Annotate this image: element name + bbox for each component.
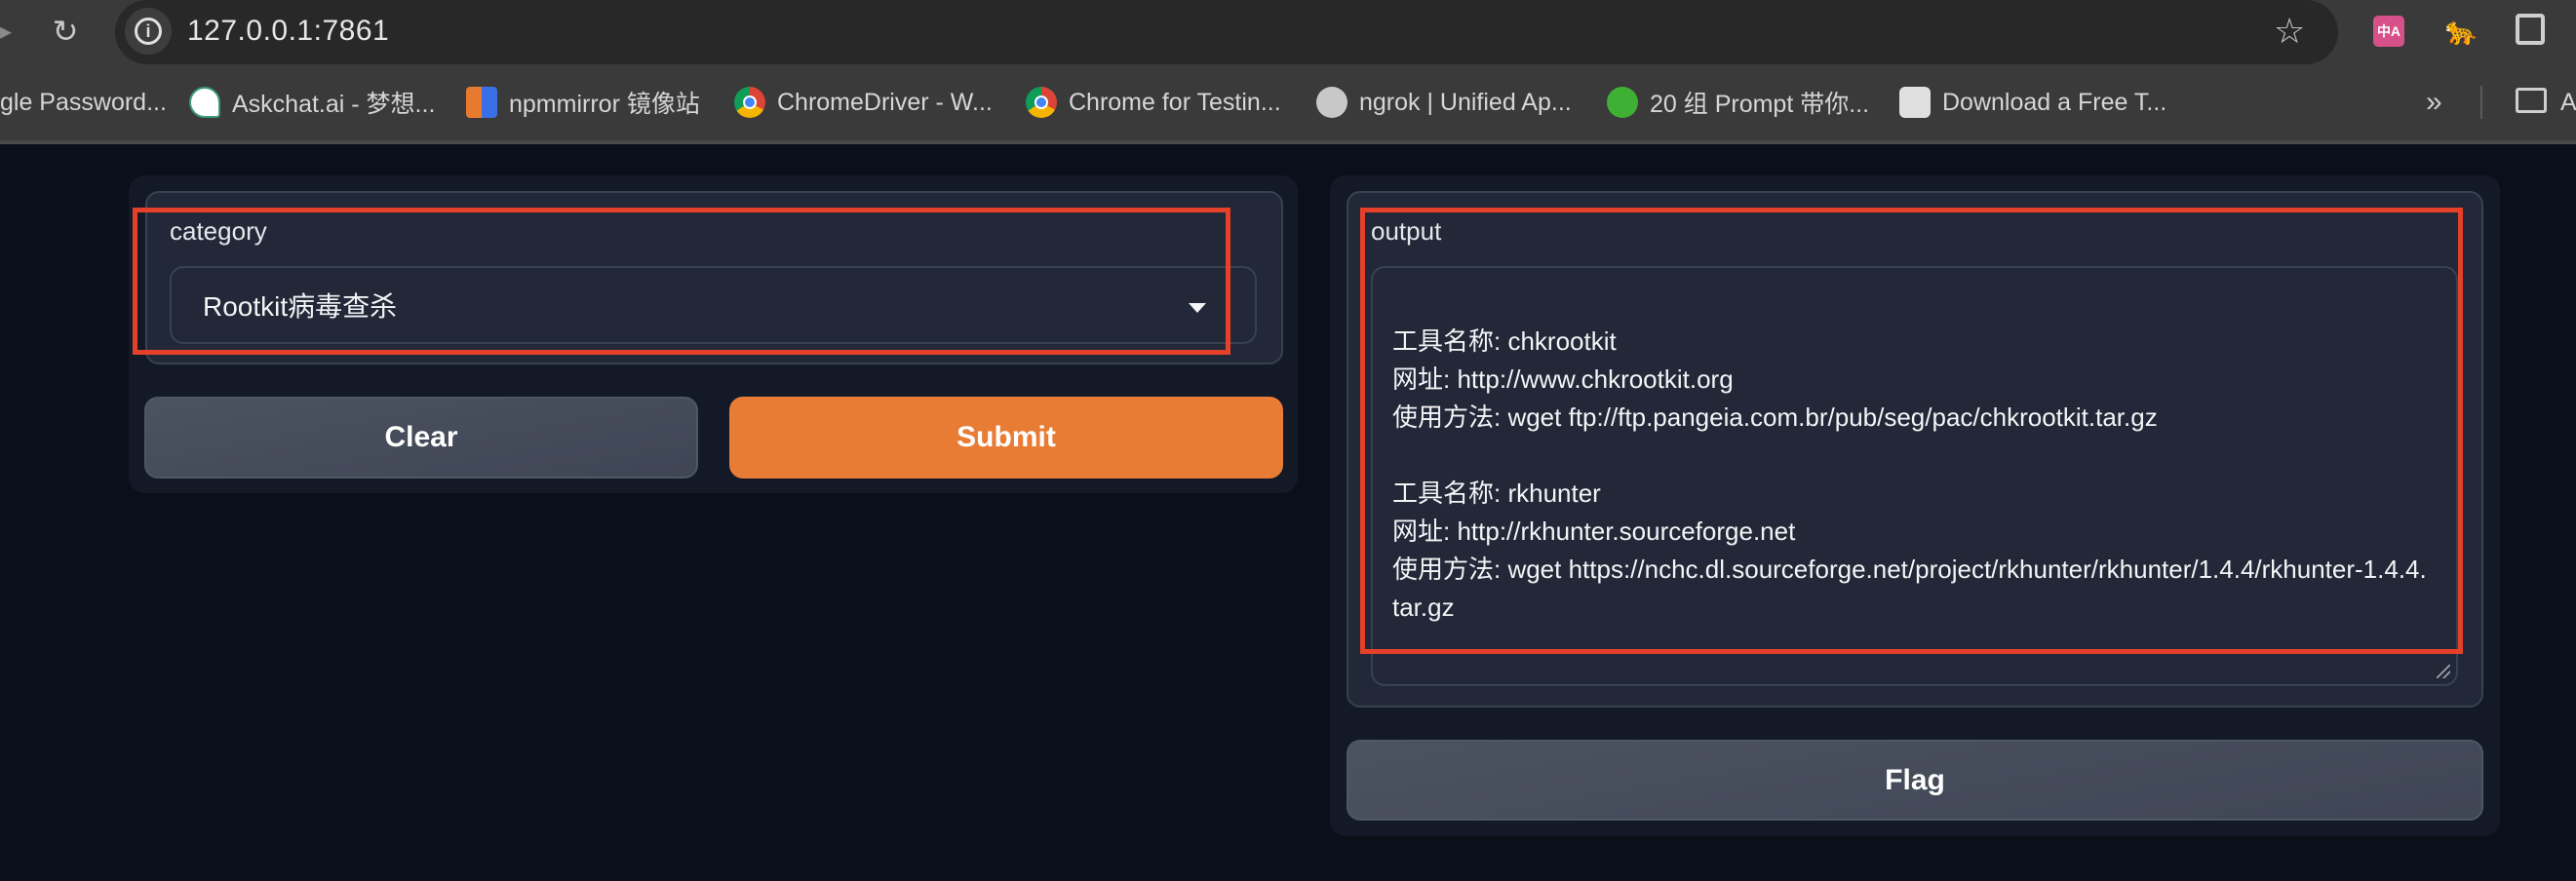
folder-icon[interactable] — [2516, 88, 2547, 113]
category-selected-value: Rootkit病毒查杀 — [203, 291, 398, 322]
bookmarks-separator — [2480, 86, 2482, 119]
bookmark-label: gle Password... — [0, 88, 167, 116]
askchat-icon — [189, 87, 220, 118]
download-icon — [1899, 87, 1931, 118]
info-icon: i — [135, 18, 162, 45]
url-text[interactable]: 127.0.0.1:7861 — [187, 12, 389, 51]
forward-icon[interactable]: ▸ — [0, 19, 12, 45]
extensions-puzzle-icon[interactable] — [2516, 14, 2545, 45]
category-label: category — [170, 216, 267, 246]
bookmark-label: 20 组 Prompt 带你... — [1650, 91, 1870, 118]
translate-extension-icon[interactable]: 中A — [2373, 16, 2404, 47]
bookmark-item[interactable]: 20 组 Prompt 带你... — [1607, 82, 1869, 123]
bookmark-item[interactable]: npmmirror 镜像站 — [466, 82, 700, 123]
bookmark-item[interactable]: ngrok | Unified Ap... — [1316, 82, 1572, 123]
site-info-button[interactable]: i — [125, 8, 172, 55]
reload-icon[interactable]: ↻ — [51, 14, 80, 49]
bookmark-star-icon[interactable]: ☆ — [2274, 12, 2305, 51]
chrome-testing-icon — [1026, 87, 1057, 118]
globe-icon — [1316, 87, 1347, 118]
bookmark-item[interactable]: Chrome for Testin... — [1026, 82, 1281, 123]
chrome-icon — [734, 87, 765, 118]
clear-button[interactable]: Clear — [144, 397, 698, 479]
bookmark-label: ChromeDriver - W... — [777, 88, 993, 116]
output-textarea[interactable]: 工具名称: chkrootkit 网址: http://www.chkrootk… — [1371, 266, 2458, 686]
bookmark-folder-label[interactable]: A — [2560, 82, 2576, 123]
cat-extension-icon[interactable]: 🐆 — [2444, 18, 2478, 45]
more-bookmarks-chevron-icon[interactable]: » — [2426, 82, 2442, 123]
toolbar-divider — [0, 140, 2576, 144]
bookmark-item[interactable]: gle Password... — [0, 82, 167, 123]
bookmark-label: Download a Free T... — [1942, 88, 2167, 116]
resize-handle-icon[interactable] — [2437, 665, 2450, 678]
bookmarks-bar: gle Password... Askchat.ai - 梦想... npmmi… — [0, 82, 2576, 123]
output-label: output — [1371, 216, 1442, 246]
npmmirror-icon — [466, 87, 497, 118]
bookmark-label: Chrome for Testin... — [1069, 88, 1281, 116]
bookmark-label: npmmirror 镜像站 — [509, 91, 700, 118]
flag-button[interactable]: Flag — [1347, 740, 2483, 821]
chevron-down-icon — [1189, 303, 1206, 313]
address-bar[interactable] — [115, 0, 2338, 64]
bookmark-item[interactable]: Askchat.ai - 梦想... — [189, 82, 435, 123]
bookmark-label: Askchat.ai - 梦想... — [232, 91, 436, 118]
wechat-icon — [1607, 87, 1638, 118]
submit-button[interactable]: Submit — [729, 397, 1283, 479]
output-text: 工具名称: chkrootkit 网址: http://www.chkrootk… — [1392, 326, 2427, 622]
bookmark-label: ngrok | Unified Ap... — [1359, 88, 1572, 116]
bookmark-item[interactable]: ChromeDriver - W... — [734, 82, 993, 123]
category-dropdown[interactable]: Rootkit病毒查杀 — [170, 266, 1257, 344]
bookmark-item[interactable]: Download a Free T... — [1899, 82, 2166, 123]
